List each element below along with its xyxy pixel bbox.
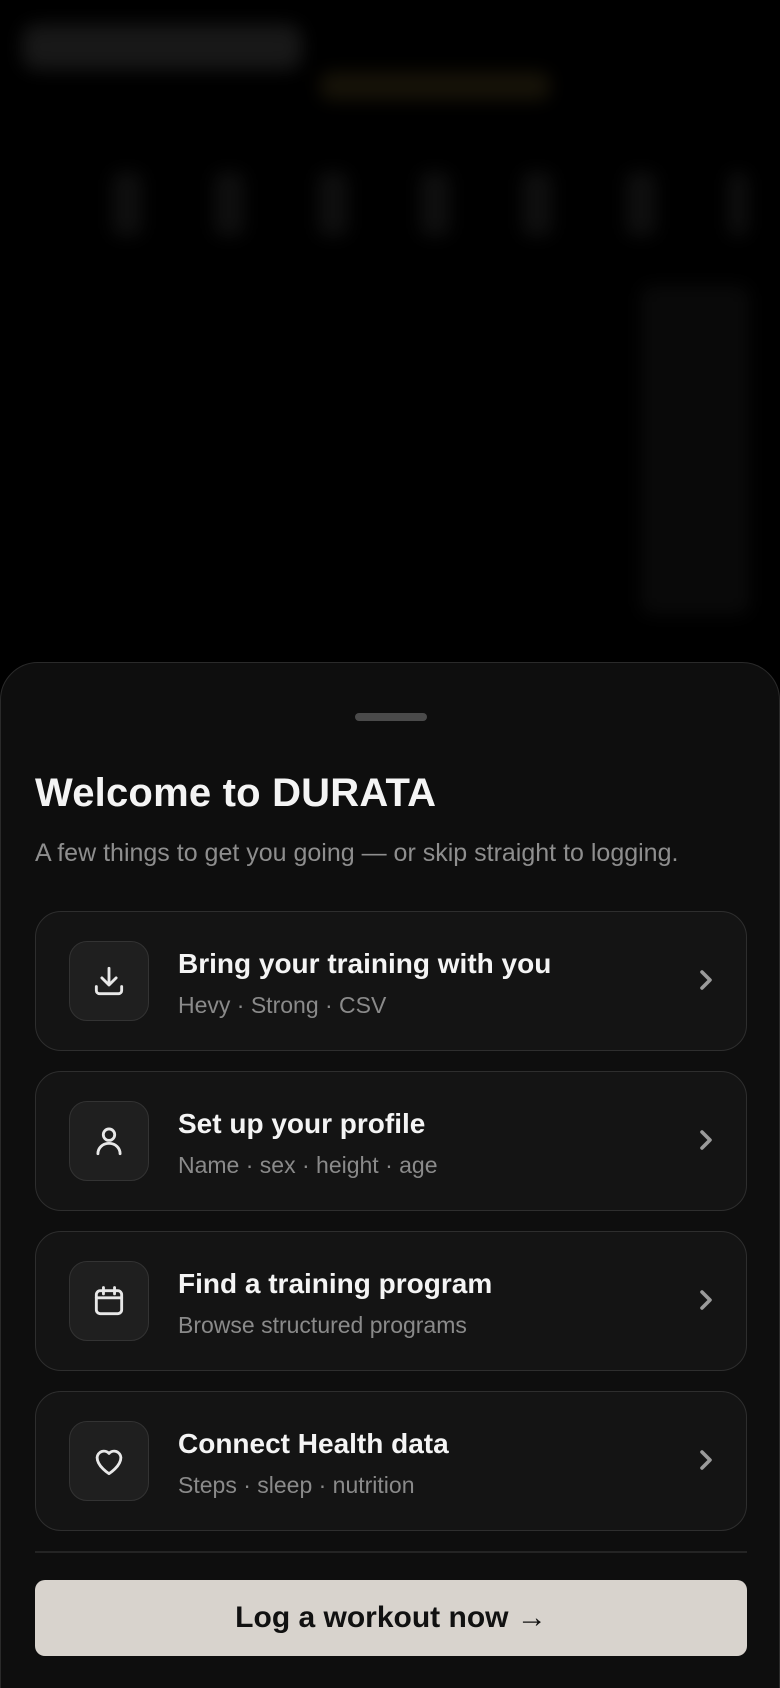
blurred-chart-bar [214,172,244,236]
blurred-chart-bar [522,172,552,236]
blurred-chart-bar [728,172,748,236]
blurred-chart-bar [420,172,450,236]
blurred-panel [640,285,750,615]
welcome-sheet: Welcome to DURATA A few things to get yo… [0,662,780,1688]
option-subtitle: Hevy · Strong · CSV [178,992,387,1018]
option-title: Bring your training with you [178,948,552,979]
chevron-right-icon [700,1130,712,1150]
blurred-chart-bar [112,172,142,236]
option-card-profile[interactable]: Set up your profile Name · sex · height … [35,1071,747,1211]
calendar-icon [94,1286,124,1316]
option-card-import[interactable]: Bring your training with you Hevy · Stro… [35,911,747,1051]
option-icon-box [69,941,149,1021]
blurred-header [22,24,302,70]
sheet-divider [35,1551,747,1553]
option-card-program[interactable]: Find a training program Browse structure… [35,1231,747,1371]
blurred-chart-bar [318,172,348,236]
blurred-background [0,0,780,680]
heart-icon [95,1449,123,1476]
chevron-right-icon [700,1450,712,1470]
blurred-subheader [320,72,550,100]
option-icon-box [69,1261,149,1341]
option-icon-box [69,1421,149,1501]
option-subtitle: Steps · sleep · nutrition [178,1472,415,1498]
download-icon [94,966,124,996]
option-title: Find a training program [178,1268,493,1299]
option-subtitle: Name · sex · height · age [178,1152,438,1178]
log-workout-button[interactable]: Log a workout now → [35,1580,747,1656]
user-icon [96,1127,122,1156]
chevron-right-icon [700,970,712,990]
sheet-title: Welcome to DURATA [35,771,437,815]
blurred-chart-bar [626,172,656,236]
option-title: Set up your profile [178,1108,426,1139]
app-screen: Welcome to DURATA A few things to get yo… [0,0,780,1688]
option-title: Connect Health data [178,1428,449,1459]
option-card-health[interactable]: Connect Health data Steps · sleep · nutr… [35,1391,747,1531]
option-icon-box [69,1101,149,1181]
sheet-subtitle: A few things to get you going — or skip … [35,839,679,867]
chevron-right-icon [700,1290,712,1310]
option-subtitle: Browse structured programs [178,1312,467,1338]
sheet-drag-handle[interactable] [355,713,427,721]
